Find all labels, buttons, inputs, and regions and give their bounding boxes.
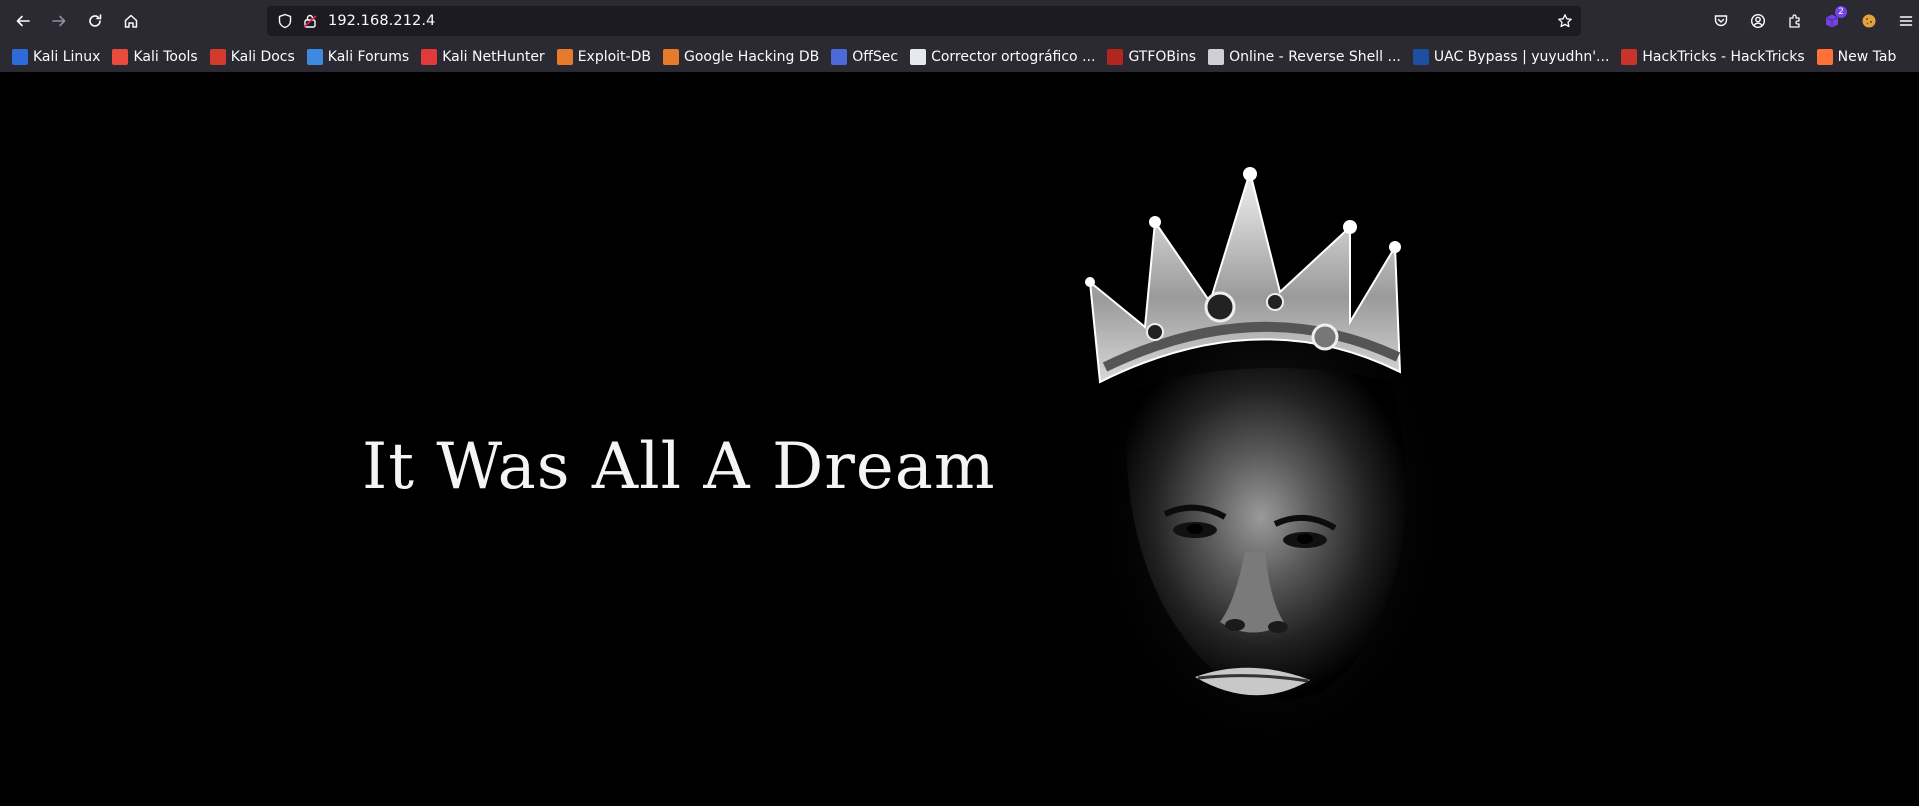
bookmark-label: GTFOBins <box>1128 49 1197 65</box>
bookmark-item[interactable]: Exploit-DB <box>553 45 655 69</box>
extension-purple-button[interactable]: 2 <box>1816 5 1848 37</box>
page-headline: It Was All A Dream <box>362 430 996 504</box>
bookmark-item[interactable]: OffSec <box>827 45 902 69</box>
extension-badge: 2 <box>1835 6 1847 18</box>
crowned-portrait-image <box>1080 167 1460 772</box>
kali-dragon-icon <box>12 49 28 65</box>
bookmark-item[interactable]: Google Hacking DB <box>659 45 823 69</box>
bookmark-star-icon[interactable] <box>1557 13 1573 29</box>
uac-bypass-icon <box>1412 49 1429 65</box>
corrector-icon <box>910 49 927 65</box>
bookmark-label: HackTricks - HackTricks <box>1642 49 1805 65</box>
bookmark-label: Corrector ortográfico ... <box>931 49 1096 65</box>
browser-toolbar: 192.168.212.4 2 <box>0 0 1919 42</box>
bookmark-item[interactable]: UAC Bypass | yuyudhn'... <box>1409 45 1614 69</box>
bookmark-label: UAC Bypass | yuyudhn'... <box>1433 49 1610 65</box>
forward-button[interactable] <box>43 5 75 37</box>
kali-docs-icon <box>209 49 226 65</box>
home-icon <box>124 14 138 28</box>
nethunter-icon <box>421 49 438 65</box>
bookmark-item[interactable]: Kali Tools <box>108 45 201 69</box>
reload-button[interactable] <box>79 5 111 37</box>
url-text[interactable]: 192.168.212.4 <box>328 13 435 29</box>
page-content: It Was All A Dream <box>0 72 1919 806</box>
bookmark-item[interactable]: Kali Linux <box>8 45 104 69</box>
exploit-db-icon <box>556 49 573 65</box>
bookmark-label: New Tab <box>1837 49 1897 65</box>
home-button[interactable] <box>115 5 147 37</box>
offsec-icon <box>831 49 848 65</box>
cookie-icon <box>1862 14 1876 28</box>
firefox-icon <box>1816 49 1833 65</box>
bookmark-label: Google Hacking DB <box>683 49 820 65</box>
insecure-lock-icon[interactable] <box>302 13 318 29</box>
bookmark-item[interactable]: Kali Forums <box>303 45 413 69</box>
extension-cookie-button[interactable] <box>1853 5 1885 37</box>
puzzle-icon <box>1789 14 1800 28</box>
bookmark-item[interactable]: Online - Reverse Shell ... <box>1204 45 1405 69</box>
reload-icon <box>89 14 102 27</box>
ghdb-icon <box>662 49 679 65</box>
back-button[interactable] <box>7 5 39 37</box>
kali-forums-icon <box>306 49 323 65</box>
bookmark-label: OffSec <box>852 49 899 65</box>
tracking-protection-shield-icon[interactable] <box>277 13 293 29</box>
hamburger-menu-icon <box>1899 16 1913 26</box>
pocket-button[interactable] <box>1705 5 1737 37</box>
bookmark-item[interactable]: Corrector ortográfico ... <box>906 45 1099 69</box>
hacktricks-icon <box>1621 49 1638 65</box>
account-icon <box>1750 13 1766 29</box>
bookmark-item[interactable]: Kali NetHunter <box>417 45 548 69</box>
gtfobins-icon <box>1107 49 1124 65</box>
toolbar-right-icons: 2 <box>1700 5 1919 37</box>
bookmark-item[interactable]: HackTricks - HackTricks <box>1617 45 1808 69</box>
bookmark-label: Kali Tools <box>133 49 198 65</box>
skull-icon <box>1208 49 1225 65</box>
address-bar[interactable]: 192.168.212.4 <box>267 6 1581 36</box>
bookmark-label: Online - Reverse Shell ... <box>1229 49 1401 65</box>
bookmarks-toolbar: Kali Linux Kali Tools Kali Docs Kali Forums… <box>0 42 1919 72</box>
extensions-button[interactable] <box>1779 5 1811 37</box>
bookmark-item[interactable]: New Tab <box>1813 45 1901 69</box>
bookmark-label: Kali Forums <box>327 49 410 65</box>
bookmark-label: Kali NetHunter <box>442 49 545 65</box>
bookmark-item[interactable]: GTFOBins <box>1103 45 1200 69</box>
bookmark-label: Kali Linux <box>33 49 101 65</box>
bookmark-label: Kali Docs <box>230 49 295 65</box>
arrow-right-icon <box>52 15 66 27</box>
app-menu-button[interactable] <box>1890 5 1919 37</box>
bookmark-label: Exploit-DB <box>577 49 651 65</box>
account-button[interactable] <box>1742 5 1774 37</box>
pocket-icon <box>1714 15 1728 27</box>
arrow-left-icon <box>16 15 30 27</box>
kali-tools-icon <box>112 49 129 65</box>
bookmark-item[interactable]: Kali Docs <box>206 45 299 69</box>
